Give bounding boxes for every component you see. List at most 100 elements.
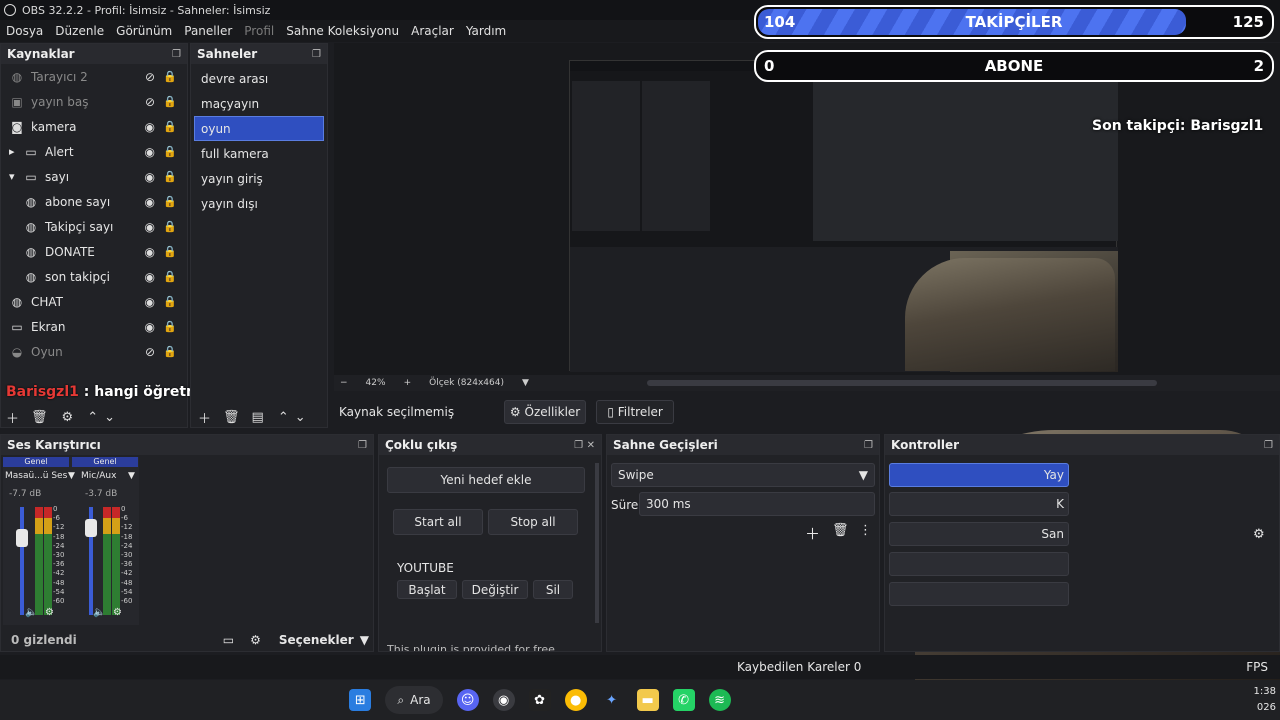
channel-2-name[interactable]: Mic/Aux	[81, 471, 116, 481]
lock-icon[interactable]: 🔒	[163, 245, 177, 258]
source-item[interactable]: ◍ DONATE ◉ 🔒	[1, 239, 187, 264]
whatsapp-icon[interactable]: ✆	[672, 689, 695, 711]
duration-input[interactable]: 300 ms	[639, 492, 875, 516]
remove-source-icon[interactable]: 🗑	[31, 410, 48, 425]
zoom-out-button[interactable]: −	[340, 378, 348, 388]
lock-icon[interactable]: 🔒	[163, 295, 177, 308]
add-transition-icon[interactable]: ＋	[805, 523, 820, 544]
menu-edit[interactable]: Düzenle	[55, 24, 104, 38]
eye-icon[interactable]: ◉	[145, 245, 155, 259]
scene-item[interactable]: yayın giriş	[191, 166, 327, 191]
layout-toggle-icon[interactable]: ▭	[223, 633, 234, 647]
delete-target-button[interactable]: Sil	[533, 580, 573, 599]
source-item[interactable]: ▸ ▭ Alert ◉ 🔒	[1, 139, 187, 164]
lock-icon[interactable]: 🔒	[163, 320, 177, 333]
scene-item[interactable]: maçyayın	[191, 91, 327, 116]
channel-settings-icon[interactable]: ⚙	[45, 607, 54, 618]
eye-off-icon[interactable]: ⊘	[145, 95, 155, 109]
taskbar-search[interactable]: ⌕ Ara	[385, 686, 443, 714]
undock-icon[interactable]: ❐	[312, 49, 321, 60]
eye-icon[interactable]: ◉	[145, 120, 155, 134]
scene-item[interactable]: oyun	[194, 116, 324, 141]
menu-tools[interactable]: Araçlar	[411, 24, 454, 38]
menu-docks[interactable]: Paneller	[184, 24, 232, 38]
channel-settings-icon[interactable]: ⚙	[113, 607, 122, 618]
channel-dropdown-icon[interactable]: ▼	[68, 471, 75, 481]
eye-off-icon[interactable]: ⊘	[145, 345, 155, 359]
lock-icon[interactable]: 🔒	[163, 145, 177, 158]
zoom-in-button[interactable]: +	[404, 378, 412, 388]
undock-icon[interactable]: ❐	[358, 440, 367, 451]
channel-1-fader[interactable]	[16, 529, 28, 547]
chrome-icon[interactable]: ●	[564, 689, 587, 711]
source-item[interactable]: ▣ yayın baş ⊘ 🔒	[1, 89, 187, 114]
remove-transition-icon[interactable]: 🗑	[832, 523, 849, 538]
file-explorer-icon[interactable]: ▬	[636, 689, 659, 711]
remove-scene-icon[interactable]: 🗑	[223, 410, 240, 425]
scale-dropdown-icon[interactable]: ▼	[522, 378, 529, 388]
speaker-icon[interactable]: 🔈	[25, 607, 37, 618]
chatgpt-icon[interactable]: ✿	[528, 689, 551, 711]
menu-scene-collection[interactable]: Sahne Koleksiyonu	[286, 24, 399, 38]
menu-help[interactable]: Yardım	[466, 24, 506, 38]
start-recording-button[interactable]: K	[889, 492, 1069, 516]
settings-button[interactable]	[889, 582, 1069, 606]
eye-icon[interactable]: ◉	[145, 320, 155, 334]
channel-2-fader[interactable]	[85, 519, 97, 537]
source-item[interactable]: ▾ ▭ sayı ◉ 🔒	[1, 164, 187, 189]
lock-icon[interactable]: 🔒	[163, 120, 177, 133]
lock-icon[interactable]: 🔒	[163, 170, 177, 183]
lock-icon[interactable]: 🔒	[163, 70, 177, 83]
source-settings-gear-icon[interactable]: ⚙	[62, 410, 74, 425]
menu-file[interactable]: Dosya	[6, 24, 43, 38]
more-options-icon[interactable]: ⋮	[859, 523, 872, 538]
scene-item[interactable]: devre arası	[191, 66, 327, 91]
source-item[interactable]: ▭ Ekran ◉ 🔒	[1, 314, 187, 339]
gemini-icon[interactable]: ✦	[601, 689, 623, 711]
preview-scrollbar[interactable]	[646, 380, 1157, 386]
channel-dropdown-icon[interactable]: ▼	[128, 471, 135, 481]
spotify-icon[interactable]: ≋	[708, 689, 731, 711]
windows-start-icon[interactable]: ⊞	[349, 689, 372, 711]
undock-icon[interactable]: ❐	[864, 440, 873, 451]
eye-icon[interactable]: ◉	[145, 170, 155, 184]
channel-1-name[interactable]: Masaü...ü Ses	[5, 471, 67, 481]
lock-icon[interactable]: 🔒	[163, 345, 177, 358]
speaker-icon[interactable]: 🔈	[93, 607, 105, 618]
move-down-icon[interactable]: ⌄	[104, 410, 115, 425]
channel-1-fader-track[interactable]	[20, 507, 24, 615]
eye-icon[interactable]: ◉	[145, 195, 155, 209]
gear-icon[interactable]: ⚙	[1253, 527, 1265, 542]
studio-mode-button[interactable]	[889, 552, 1069, 576]
start-streaming-button[interactable]: Yay	[889, 463, 1069, 487]
lock-icon[interactable]: 🔒	[163, 95, 177, 108]
eye-icon[interactable]: ◉	[145, 145, 155, 159]
properties-button[interactable]: ⚙ Özellikler	[504, 400, 587, 424]
undock-icon[interactable]: ❐	[1264, 440, 1273, 451]
lock-icon[interactable]: 🔒	[163, 195, 177, 208]
start-all-button[interactable]: Start all	[393, 509, 483, 535]
edit-target-button[interactable]: Değiştir	[462, 580, 528, 599]
move-up-icon[interactable]: ⌃	[87, 410, 98, 425]
move-up-icon[interactable]: ⌃	[278, 410, 289, 425]
add-target-button[interactable]: Yeni hedef ekle	[387, 467, 585, 493]
transition-select[interactable]: Swipe ▼	[611, 463, 875, 487]
scene-item[interactable]: yayın dışı	[191, 191, 327, 216]
scrollbar[interactable]	[595, 463, 599, 623]
source-item[interactable]: ◒ Oyun ⊘ 🔒	[1, 339, 187, 364]
eye-icon[interactable]: ◉	[145, 270, 155, 284]
scene-item[interactable]: full kamera	[191, 141, 327, 166]
virtual-camera-button[interactable]: San	[889, 522, 1069, 546]
filters-button[interactable]: ▯ Filtreler	[596, 400, 675, 424]
source-item[interactable]: ◍ Takipçi sayı ◉ 🔒	[1, 214, 187, 239]
menu-view[interactable]: Görünüm	[116, 24, 172, 38]
eye-icon[interactable]: ◉	[145, 220, 155, 234]
source-item[interactable]: ◍ son takipçi ◉ 🔒	[1, 264, 187, 289]
collapse-icon[interactable]: ▾	[9, 170, 23, 183]
stop-all-button[interactable]: Stop all	[488, 509, 578, 535]
obs-icon[interactable]: ◉	[492, 689, 515, 711]
move-down-icon[interactable]: ⌄	[295, 410, 306, 425]
advanced-audio-icon[interactable]: ⚙	[250, 633, 261, 647]
undock-icon[interactable]: ❐ ✕	[574, 440, 595, 451]
scene-filter-icon[interactable]: ▤	[252, 410, 264, 425]
